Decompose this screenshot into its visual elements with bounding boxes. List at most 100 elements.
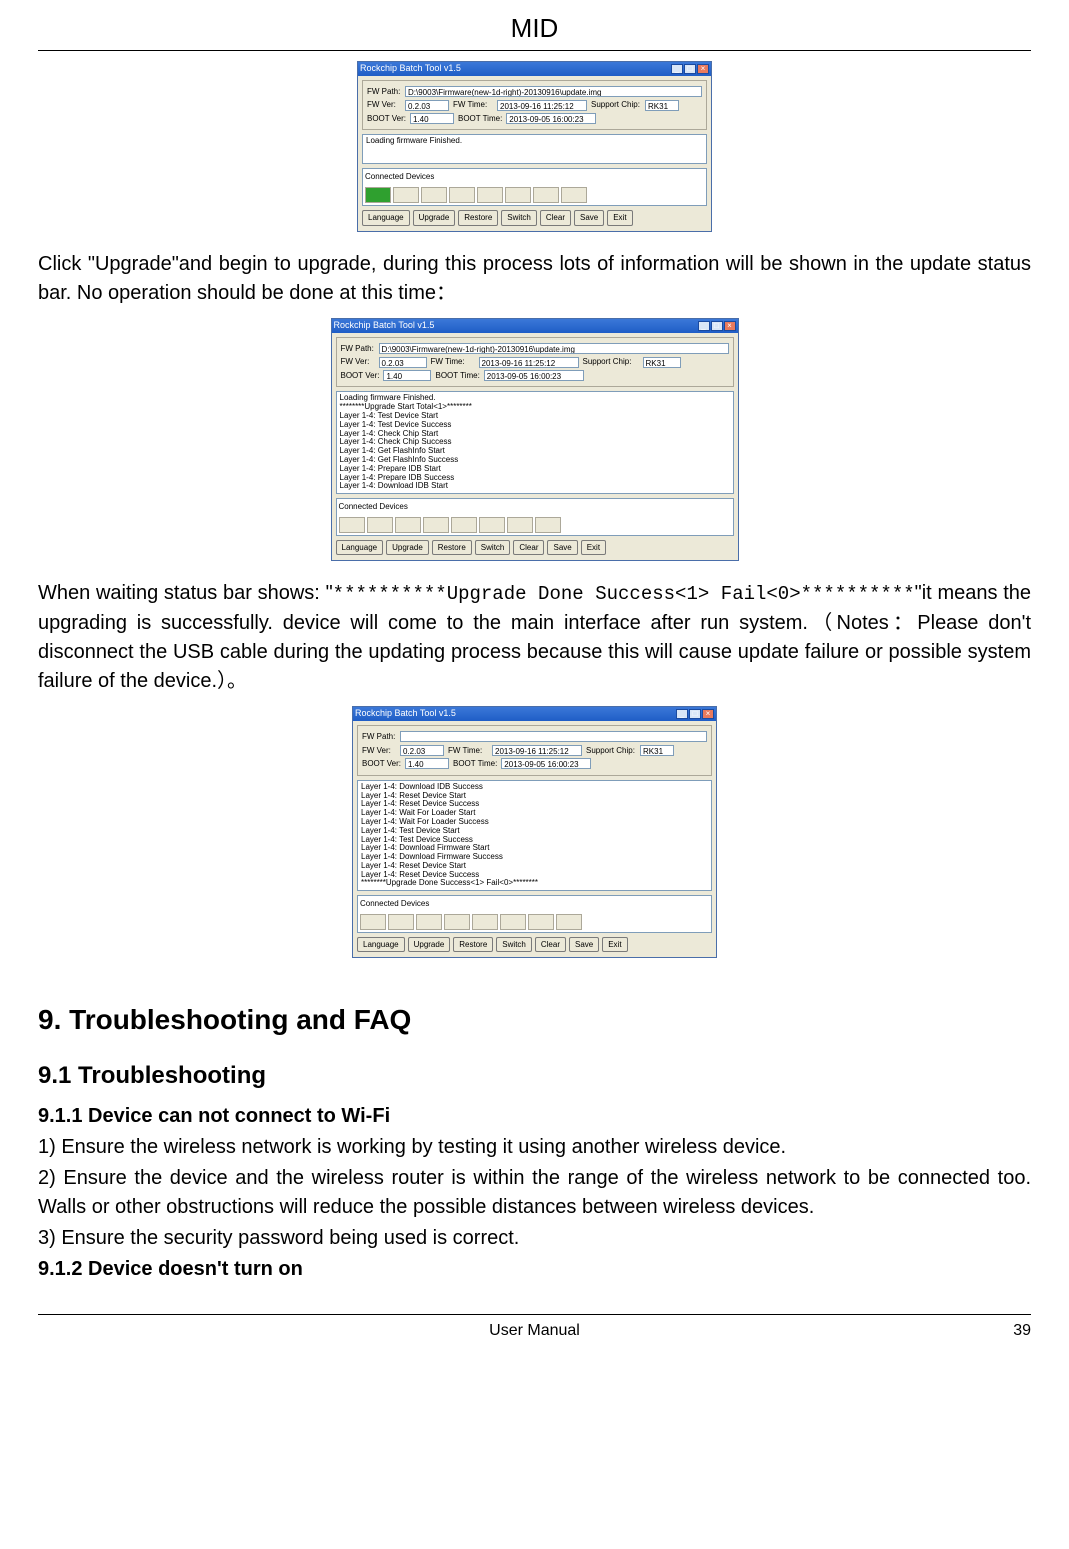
boot-ver-value: 1.40 — [383, 370, 431, 381]
status-area: Loading firmware Finished.********Upgrad… — [336, 391, 734, 494]
device-slot-3 — [395, 517, 421, 533]
titlebar: Rockchip Batch Tool v1.5 _ □ × — [332, 319, 738, 333]
device-slot-6 — [479, 517, 505, 533]
footer-page-number: 39 — [991, 1319, 1031, 1342]
exit-button[interactable]: Exit — [581, 540, 606, 556]
save-button[interactable]: Save — [574, 210, 604, 226]
status-area: Layer 1-4: Download IDB SuccessLayer 1-4… — [357, 780, 712, 892]
screenshot-2-container: Rockchip Batch Tool v1.5 _ □ × FW Path: … — [38, 318, 1031, 562]
switch-button[interactable]: Switch — [475, 540, 511, 556]
fw-time-label: FW Time: — [453, 99, 493, 111]
device-slot-8 — [556, 914, 582, 930]
inline-status-text: **********Upgrade Done Success<1> Fail<0… — [333, 583, 915, 605]
fw-time-value: 2013-09-16 11:25:12 — [479, 357, 579, 368]
device-slot-2 — [388, 914, 414, 930]
footer-center: User Manual — [78, 1319, 991, 1342]
save-button[interactable]: Save — [569, 937, 599, 953]
boot-time-label: BOOT Time: — [435, 370, 479, 382]
switch-button[interactable]: Switch — [496, 937, 532, 953]
titlebar: Rockchip Batch Tool v1.5 _ □ × — [358, 62, 711, 76]
firmware-info-panel: FW Path: D:\9003\Firmware(new-1d-right)-… — [362, 80, 707, 131]
minimize-icon[interactable]: _ — [671, 64, 683, 74]
firmware-info-panel: FW Path: D:\9003\Firmware(new-1d-right)-… — [336, 337, 734, 388]
device-slot-4 — [449, 187, 475, 203]
fw-path-input[interactable]: D:\9003\Firmware(new-1d-right)-20130916\… — [405, 86, 702, 97]
clear-button[interactable]: Clear — [535, 937, 566, 953]
switch-button[interactable]: Switch — [501, 210, 537, 226]
close-icon[interactable]: × — [724, 321, 736, 331]
titlebar: Rockchip Batch Tool v1.5 _ □ × — [353, 707, 716, 721]
boot-time-label: BOOT Time: — [453, 758, 497, 770]
button-row: Language Upgrade Restore Switch Clear Sa… — [336, 540, 734, 556]
fw-ver-label: FW Ver: — [367, 99, 401, 111]
paragraph-1: Click "Upgrade"and begin to upgrade, dur… — [38, 250, 1031, 308]
exit-button[interactable]: Exit — [607, 210, 632, 226]
fw-time-value: 2013-09-16 11:25:12 — [497, 100, 587, 111]
device-slot-5 — [477, 187, 503, 203]
fw-ver-value: 0.2.03 — [405, 100, 449, 111]
device-slot-1 — [365, 187, 391, 203]
page-header: MID — [38, 10, 1031, 48]
exit-button[interactable]: Exit — [602, 937, 627, 953]
para2-pre: When waiting status bar shows: " — [38, 582, 333, 604]
boot-ver-label: BOOT Ver: — [341, 370, 380, 382]
close-icon[interactable]: × — [697, 64, 709, 74]
maximize-icon[interactable]: □ — [689, 709, 701, 719]
device-slot-8 — [561, 187, 587, 203]
section-9-1-2-title: 9.1.2 Device doesn't turn on — [38, 1258, 303, 1280]
boot-time-value: 2013-09-05 16:00:23 — [501, 758, 591, 769]
connected-devices-label: Connected Devices — [360, 898, 709, 910]
device-slot-7 — [507, 517, 533, 533]
boot-time-value: 2013-09-05 16:00:23 — [506, 113, 596, 124]
device-slot-3 — [416, 914, 442, 930]
fw-ver-label: FW Ver: — [362, 745, 396, 757]
device-grid: Connected Devices — [362, 168, 707, 206]
fw-path-label: FW Path: — [367, 86, 401, 98]
fw-path-input[interactable] — [400, 731, 707, 742]
fw-time-value: 2013-09-16 11:25:12 — [492, 745, 582, 756]
status-line: Loading firmware Finished. — [366, 137, 703, 146]
support-chip-value: RK31 — [643, 357, 681, 368]
section-9-1-1-title: 9.1.1 Device can not connect to Wi-Fi — [38, 1105, 390, 1127]
section-9-1-heading: 9.1 Troubleshooting — [38, 1059, 1031, 1094]
app-window-2: Rockchip Batch Tool v1.5 _ □ × FW Path: … — [331, 318, 739, 562]
device-slot-6 — [505, 187, 531, 203]
upgrade-button[interactable]: Upgrade — [413, 210, 456, 226]
device-grid: Connected Devices — [357, 895, 712, 933]
device-slot-6 — [500, 914, 526, 930]
screenshot-3-container: Rockchip Batch Tool v1.5 _ □ × FW Path: … — [38, 706, 1031, 959]
close-icon[interactable]: × — [702, 709, 714, 719]
maximize-icon[interactable]: □ — [684, 64, 696, 74]
minimize-icon[interactable]: _ — [676, 709, 688, 719]
upgrade-button[interactable]: Upgrade — [408, 937, 451, 953]
button-row: Language Upgrade Restore Switch Clear Sa… — [362, 210, 707, 226]
boot-time-value: 2013-09-05 16:00:23 — [484, 370, 584, 381]
device-slot-5 — [451, 517, 477, 533]
boot-ver-value: 1.40 — [410, 113, 454, 124]
restore-button[interactable]: Restore — [453, 937, 493, 953]
minimize-icon[interactable]: _ — [698, 321, 710, 331]
device-slot-4 — [423, 517, 449, 533]
clear-button[interactable]: Clear — [540, 210, 571, 226]
upgrade-button[interactable]: Upgrade — [386, 540, 429, 556]
boot-ver-value: 1.40 — [405, 758, 449, 769]
boot-time-label: BOOT Time: — [458, 113, 502, 125]
restore-button[interactable]: Restore — [458, 210, 498, 226]
page-footer: User Manual 39 — [38, 1315, 1031, 1342]
fw-path-input[interactable]: D:\9003\Firmware(new-1d-right)-20130916\… — [379, 343, 729, 354]
language-button[interactable]: Language — [362, 210, 410, 226]
restore-button[interactable]: Restore — [432, 540, 472, 556]
fw-ver-value: 0.2.03 — [379, 357, 427, 368]
status-line: ********Upgrade Done Success<1> Fail<0>*… — [361, 879, 708, 888]
top-rule — [38, 50, 1031, 51]
device-slot-2 — [393, 187, 419, 203]
clear-button[interactable]: Clear — [513, 540, 544, 556]
maximize-icon[interactable]: □ — [711, 321, 723, 331]
language-button[interactable]: Language — [336, 540, 384, 556]
device-slot-4 — [444, 914, 470, 930]
save-button[interactable]: Save — [547, 540, 577, 556]
app-window-1: Rockchip Batch Tool v1.5 _ □ × FW Path: … — [357, 61, 712, 232]
language-button[interactable]: Language — [357, 937, 405, 953]
fw-path-label: FW Path: — [362, 731, 396, 743]
support-chip-label: Support Chip: — [583, 356, 639, 368]
